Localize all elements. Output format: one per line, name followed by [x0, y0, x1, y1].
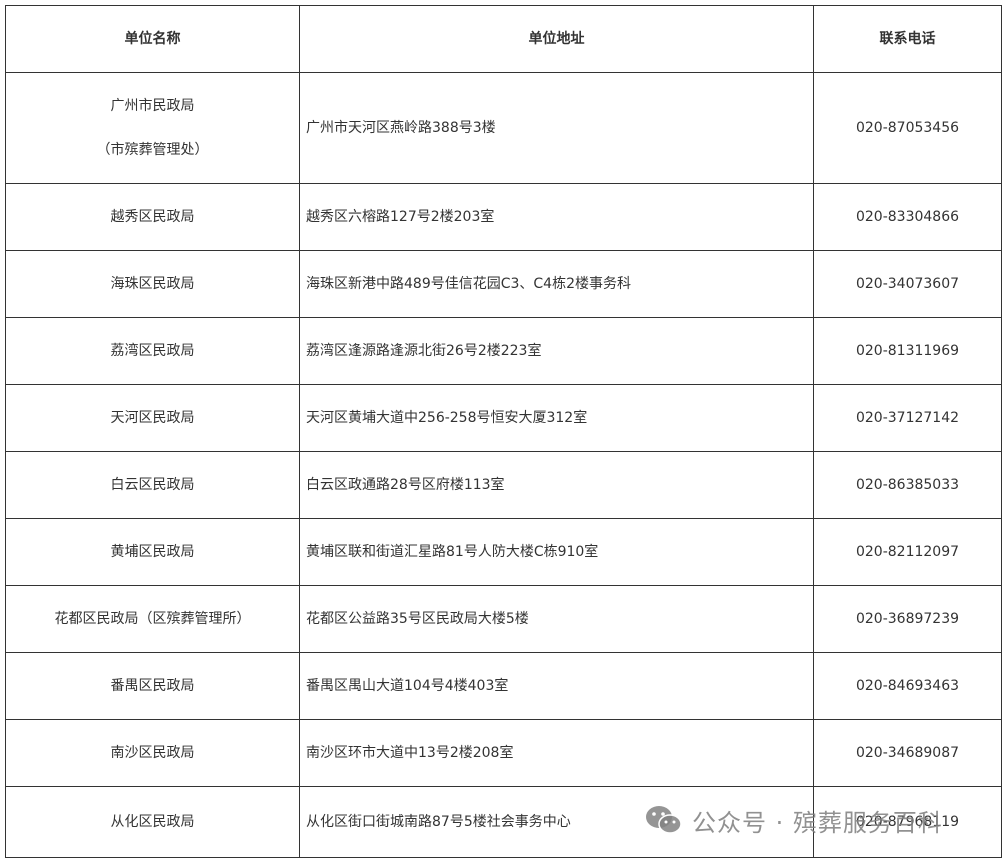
unit-name: 广州市民政局: [110, 98, 195, 114]
unit-name: 白云区民政局: [5, 451, 300, 519]
unit-phone: 020-82112097: [813, 518, 1002, 586]
unit-address: 番禺区禺山大道104号4楼403室: [299, 652, 814, 720]
unit-address: 黄埔区联和街道汇星路81号人防大楼C栋910室: [299, 518, 814, 586]
unit-phone: 020-86385033: [813, 451, 1002, 519]
table-row: 南沙区民政局 南沙区环市大道中13号2楼208室 020-34689087: [5, 719, 1002, 787]
unit-address: 白云区政通路28号区府楼113室: [299, 451, 814, 519]
table-row: 广州市民政局 （市殡葬管理处） 广州市天河区燕岭路388号3楼 020-8705…: [5, 72, 1002, 184]
unit-name: 天河区民政局: [5, 384, 300, 452]
unit-name: 荔湾区民政局: [5, 317, 300, 385]
header-phone: 联系电话: [813, 5, 1002, 73]
header-address: 单位地址: [299, 5, 814, 73]
table-row: 海珠区民政局 海珠区新港中路489号佳信花园C3、C4栋2楼事务科 020-34…: [5, 250, 1002, 318]
table-row: 花都区民政局（区殡葬管理所） 花都区公益路35号区民政局大楼5楼 020-368…: [5, 585, 1002, 653]
table-row: 天河区民政局 天河区黄埔大道中256-258号恒安大厦312室 020-3712…: [5, 384, 1002, 452]
unit-address: 花都区公益路35号区民政局大楼5楼: [299, 585, 814, 653]
unit-phone: 020-87053456: [813, 72, 1002, 184]
unit-phone: 020-37127142: [813, 384, 1002, 452]
unit-name-sub: （市殡葬管理处）: [96, 142, 209, 158]
unit-name: 黄埔区民政局: [5, 518, 300, 586]
unit-address: 天河区黄埔大道中256-258号恒安大厦312室: [299, 384, 814, 452]
unit-name: 从化区民政局: [5, 786, 300, 858]
unit-phone: 020-81311969: [813, 317, 1002, 385]
unit-address: 海珠区新港中路489号佳信花园C3、C4栋2楼事务科: [299, 250, 814, 318]
unit-phone: 020-34073607: [813, 250, 1002, 318]
table-row: 越秀区民政局 越秀区六榕路127号2楼203室 020-83304866: [5, 183, 1002, 251]
unit-name: 南沙区民政局: [5, 719, 300, 787]
unit-name: 花都区民政局（区殡葬管理所）: [5, 585, 300, 653]
header-name: 单位名称: [5, 5, 300, 73]
unit-address: 南沙区环市大道中13号2楼208室: [299, 719, 814, 787]
unit-phone: 020-34689087: [813, 719, 1002, 787]
unit-address: 越秀区六榕路127号2楼203室: [299, 183, 814, 251]
unit-address: 荔湾区逢源路逢源北街26号2楼223室: [299, 317, 814, 385]
unit-phone: 020-83304866: [813, 183, 1002, 251]
office-table: 单位名称 单位地址 联系电话 广州市民政局 （市殡葬管理处） 广州市天河区燕岭路…: [5, 5, 1002, 858]
unit-address: 从化区街口街城南路87号5楼社会事务中心: [299, 786, 814, 858]
table-row: 从化区民政局 从化区街口街城南路87号5楼社会事务中心 020-87968119: [5, 786, 1002, 858]
unit-phone: 020-36897239: [813, 585, 1002, 653]
unit-name: 番禺区民政局: [5, 652, 300, 720]
table-row: 黄埔区民政局 黄埔区联和街道汇星路81号人防大楼C栋910室 020-82112…: [5, 518, 1002, 586]
unit-phone: 020-87968119: [813, 786, 1002, 858]
unit-phone: 020-84693463: [813, 652, 1002, 720]
table-row: 白云区民政局 白云区政通路28号区府楼113室 020-86385033: [5, 451, 1002, 519]
unit-address: 广州市天河区燕岭路388号3楼: [299, 72, 814, 184]
table-row: 荔湾区民政局 荔湾区逢源路逢源北街26号2楼223室 020-81311969: [5, 317, 1002, 385]
unit-name: 海珠区民政局: [5, 250, 300, 318]
table-header-row: 单位名称 单位地址 联系电话: [5, 5, 1002, 73]
table-row: 番禺区民政局 番禺区禺山大道104号4楼403室 020-84693463: [5, 652, 1002, 720]
unit-name: 越秀区民政局: [5, 183, 300, 251]
unit-name-cell: 广州市民政局 （市殡葬管理处）: [5, 72, 300, 184]
office-directory: 单位名称 单位地址 联系电话 广州市民政局 （市殡葬管理处） 广州市天河区燕岭路…: [5, 5, 1002, 858]
